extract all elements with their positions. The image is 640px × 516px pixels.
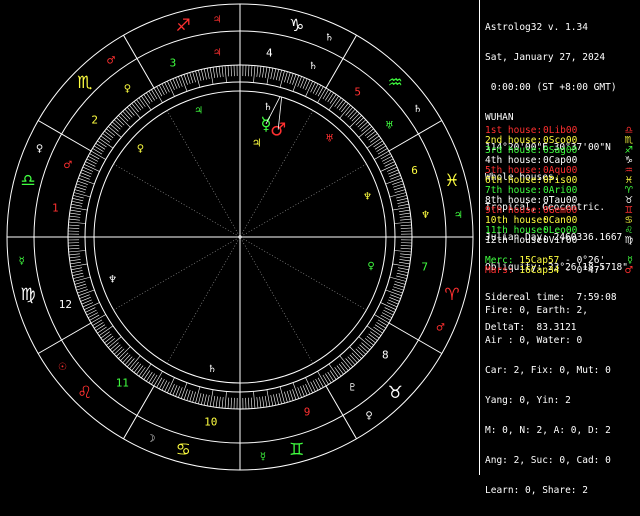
sign-ruler-icon: ♂	[436, 322, 445, 333]
chart-time: 0:00:00 (ST +8:00 GMT)	[485, 83, 628, 93]
house-number: 10	[204, 416, 217, 429]
house-cusp-list: 1st house:0Lib00♎2nd house:0Sco00♏3rd ho…	[485, 126, 637, 246]
sign-glyph-icon: ♌	[77, 383, 92, 403]
sign-glyph-icon: ♉	[388, 383, 403, 403]
sign-glyph-icon: ♒	[388, 73, 403, 93]
sign-glyph-icon: ♐	[176, 16, 191, 36]
sign-ruler-icon: ♄	[325, 32, 334, 43]
panel-divider	[478, 0, 481, 475]
house-cusp: 0Vir00	[543, 235, 577, 246]
house-label: 12th house:	[485, 236, 543, 246]
sign-ruler-icon: ♀	[36, 144, 43, 155]
planet-row: Mars: 16Cap34 - 0°47' ♂	[485, 266, 637, 276]
house-ruler-icon: ♄	[309, 61, 318, 72]
inner-ruler-icon: ♆	[108, 274, 117, 285]
stats-line: Air : 0, Water: 0	[485, 336, 611, 346]
planet-position: 16Cap34	[519, 265, 559, 276]
house-number: 3	[170, 56, 177, 69]
stats-line: M: 0, N: 2, A: 0, D: 2	[485, 426, 611, 436]
element-stats: Fire: 0, Earth: 2, Air : 0, Water: 0 Car…	[485, 286, 611, 516]
house-number: 1	[52, 202, 59, 215]
house-ruler-icon: ♇	[348, 382, 357, 393]
planet-icon: ♂	[624, 266, 633, 276]
inner-ruler-icon: ♃	[194, 106, 203, 117]
sign-ruler-icon: ☽	[146, 434, 155, 445]
aspect-marker-icon: ♃	[252, 136, 262, 149]
house-number: 8	[382, 349, 389, 362]
house-number: 9	[304, 406, 311, 419]
sign-ruler-icon: ♄	[413, 104, 422, 115]
chart-date: Sat, January 27, 2024	[485, 53, 628, 63]
stats-line: Learn: 0, Share: 2	[485, 486, 611, 496]
sign-glyph-icon: ♓	[444, 171, 459, 191]
chart-location: WUHAN	[485, 113, 628, 123]
stats-line: Fire: 0, Earth: 2,	[485, 306, 611, 316]
inner-ruler-icon: ♅	[325, 133, 334, 144]
stats-line: Ang: 2, Suc: 0, Cad: 0	[485, 456, 611, 466]
natal-chart-wheel: ♎ ♀ ♏ ♂ ♐ ♃ ♑ ♄ ♒ ♄ ♓ ♃ ♈ ♂ ♉ ♀ ♊ ☿ ♋ ☽ ♌ ☉ ♍ ☿ 1 ♂ 2 ♀ ♀ 3 ♃ ♃ 4 ♄ ♄ 5 ♅ ♅ 6 ♆…	[0, 0, 481, 475]
planet-list: Merc: 15Cap57 - 0°26'☿Mars: 16Cap34 - 0°…	[485, 256, 637, 276]
stats-line: Yang: 0, Yin: 2	[485, 396, 611, 406]
inner-ruler-icon: ♀	[137, 143, 144, 154]
inner-ruler-icon: ♄	[263, 102, 272, 113]
sign-glyph-icon: ♎	[20, 171, 35, 191]
house-number: 6	[411, 164, 418, 177]
sign-ruler-icon: ♃	[454, 210, 463, 221]
sign-glyph-icon: ♈	[444, 285, 459, 305]
house-ruler-icon: ♂	[63, 160, 72, 171]
sign-ruler-icon: ☿	[19, 256, 25, 267]
house-ruler-icon: ♀	[124, 84, 131, 95]
house-number: 4	[266, 46, 273, 59]
house-row: 12th house:0Vir00 ♍	[485, 236, 637, 246]
sign-ruler-icon: ☉	[58, 362, 67, 373]
house-ruler-icon: ♃	[213, 47, 222, 58]
stats-line: Car: 2, Fix: 0, Mut: 0	[485, 366, 611, 376]
inner-ruler-icon: ♆	[363, 192, 372, 203]
app-title: Astrolog32 v. 1.34	[485, 23, 628, 33]
inner-ruler-icon: ♀	[367, 261, 374, 272]
sign-ruler-icon: ♂	[106, 55, 115, 66]
house-number: 2	[91, 113, 98, 126]
sign-ruler-icon: ☿	[260, 451, 266, 462]
sign-ruler-icon: ♀	[365, 411, 372, 422]
sign-ruler-icon: ♃	[213, 15, 222, 26]
sign-glyph-icon: ♑	[289, 16, 304, 36]
sign-glyph-icon: ♋	[176, 440, 191, 460]
house-number: 5	[354, 86, 361, 99]
sign-glyph-icon: ♏	[77, 73, 92, 93]
house-number: 7	[421, 260, 428, 273]
house-number: 12	[59, 298, 72, 311]
info-panel: Astrolog32 v. 1.34 Sat, January 27, 2024…	[481, 0, 640, 475]
house-ruler-icon: ♅	[385, 120, 394, 131]
sign-glyph-icon: ♍	[20, 285, 35, 305]
sign-glyph-icon: ♊	[289, 440, 304, 460]
planet-speed: - 0°47'	[565, 265, 605, 276]
chart-planet-icon: ♂	[270, 120, 286, 141]
sign-icon: ♍	[624, 236, 633, 246]
house-number: 11	[116, 376, 129, 389]
house-ruler-icon: ♆	[421, 210, 430, 221]
inner-ruler-icon: ♄	[208, 364, 217, 375]
planet-name: Mars:	[485, 265, 514, 276]
